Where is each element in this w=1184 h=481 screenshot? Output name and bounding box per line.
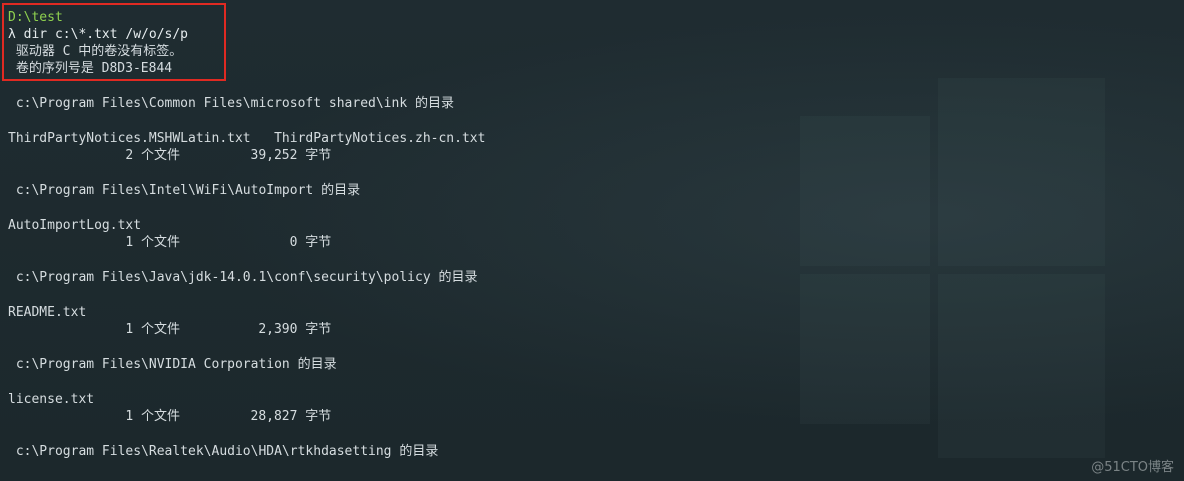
file-list-line: AutoImportLog.txt [8,218,142,233]
volume-label-line: 驱动器 C 中的卷没有标签。 [8,44,183,59]
directory-header: c:\Program Files\Common Files\microsoft … [8,96,454,111]
terminal-window[interactable]: D:\test λ dir c:\*.txt /w/o/s/p 驱动器 C 中的… [0,0,1184,481]
directory-header: c:\Program Files\NVIDIA Corporation 的目录 [8,357,337,372]
file-list-line: ThirdPartyNotices.MSHWLatin.txt ThirdPar… [8,131,486,146]
file-list-line: README.txt [8,305,87,320]
summary-line: 1 个文件 28,827 字节 [8,409,332,424]
summary-line: 2 个文件 39,252 字节 [8,148,332,163]
directory-header: c:\Program Files\Realtek\Audio\HDA\rtkhd… [8,444,439,459]
windows-logo-background [800,78,1105,458]
logo-pane [800,274,930,424]
watermark: @51CTO博客 [1091,460,1174,475]
summary-line: 1 个文件 0 字节 [8,235,332,250]
volume-serial-line: 卷的序列号是 D8D3-E844 [8,61,173,76]
logo-pane [938,274,1105,458]
directory-header: c:\Program Files\Java\jdk-14.0.1\conf\se… [8,270,478,285]
command-line[interactable]: λ dir c:\*.txt /w/o/s/p [8,26,188,43]
file-list-line: license.txt [8,392,95,407]
prompt-path: D:\test [8,10,63,25]
logo-pane [938,78,1105,266]
summary-line: 1 个文件 2,390 字节 [8,322,332,337]
logo-pane [800,116,930,266]
directory-header: c:\Program Files\Intel\WiFi\AutoImport 的… [8,183,361,198]
